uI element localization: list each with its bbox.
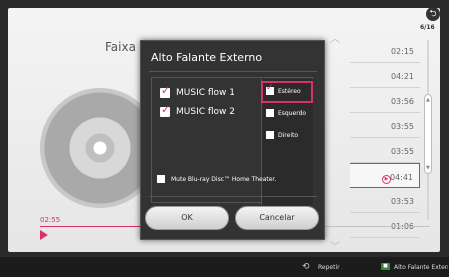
progress-played [40,226,140,227]
playing-icon: ▶ [382,175,391,184]
dialog-title: Alto Falante Externo [151,51,263,64]
back-button[interactable]: ⮌ [426,7,440,21]
checkbox-checked[interactable] [160,103,170,117]
track-row[interactable]: 03:55 [350,138,420,163]
track-duration: 03:55 [390,147,414,156]
flow-label: MUSIC flow 1 [176,88,235,98]
checkbox[interactable] [157,175,165,183]
divider [149,196,317,197]
track-row[interactable]: 02:15 [350,38,420,63]
channel-label: Esquerdo [278,110,307,117]
track-row[interactable]: 04:21 [350,63,420,88]
checkbox-checked[interactable] [160,84,170,98]
section-label: Faixa [105,40,136,54]
external-speaker-dialog: Alto Falante Externo MUSIC flow 1 MUSIC … [140,40,325,240]
scroll-thumb[interactable]: ▲ ▼ [424,94,432,174]
track-duration: 04:41 [389,173,413,182]
green-key-icon: ■ [381,263,390,270]
track-duration: 03:56 [390,97,414,106]
track-row[interactable]: 03:53 [350,188,420,213]
chevron-down-icon[interactable]: ﹀ [330,238,340,253]
checkbox[interactable] [266,109,274,117]
cancel-button[interactable]: Cancelar [235,206,319,230]
chevron-up-icon: ▲ [426,97,430,103]
track-duration: 03:55 [390,122,414,131]
scrollbar[interactable]: ▲ ▼ [424,40,432,220]
speaker-label[interactable]: Alto Falante Externo [394,264,448,271]
screen: Faixa ︿ ﹀ 02:15 04:21 03:56 03:55 03:55 … [0,0,449,277]
chevron-up-icon[interactable]: ︿ [330,30,340,45]
ok-button[interactable]: OK [145,206,229,230]
channel-label: Direito [278,132,299,139]
elapsed-time: 02:55 [40,216,61,224]
track-list: 02:15 04:21 03:56 03:55 03:55 04:41 03:5… [350,38,420,238]
focus-highlight [261,81,313,103]
mute-label: Mute Blu-ray Disc™ Home Theater. [171,176,277,183]
track-row[interactable]: 03:56 [350,88,420,113]
play-icon [40,230,48,240]
track-counter: 6/16 [420,24,435,31]
flow-label: MUSIC flow 2 [176,107,235,117]
repeat-icon: ⟲ [302,262,310,272]
track-duration: 04:21 [390,72,414,81]
chevron-down-icon: ▼ [426,165,430,171]
track-duration: 02:15 [390,47,414,56]
checkbox[interactable] [266,131,274,139]
repeat-label[interactable]: Repetir [318,264,340,271]
track-duration: 03:53 [390,197,414,206]
track-row[interactable]: 03:55 [350,113,420,138]
divider [149,71,317,72]
